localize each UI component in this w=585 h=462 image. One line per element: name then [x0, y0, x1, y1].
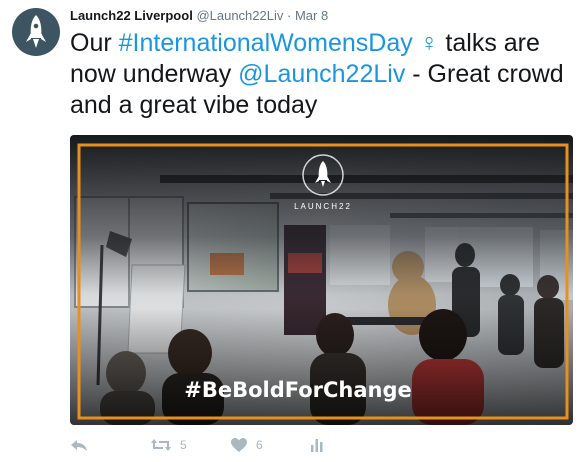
tweet-text-prefix: Our	[70, 29, 119, 57]
heart-icon	[231, 438, 247, 452]
like-count: 6	[256, 438, 263, 452]
retweet-icon	[151, 439, 171, 451]
reply-icon	[71, 440, 87, 451]
author-handle[interactable]: @Launch22Liv	[196, 8, 283, 23]
retweet-count: 5	[180, 438, 187, 452]
overlay-hashtag: #BeBoldForChange	[184, 378, 412, 402]
analytics-icon	[311, 439, 323, 452]
tweet-photo[interactable]: LAUNCH22 #BeBoldForChange	[70, 135, 573, 425]
header-separator: ·	[287, 8, 292, 23]
rocket-logo-icon	[26, 15, 46, 48]
author-name[interactable]: Launch22 Liverpool	[70, 8, 193, 23]
avatar[interactable]	[12, 8, 60, 56]
event-photo: LAUNCH22 #BeBoldForChange	[70, 135, 573, 425]
hashtag-link[interactable]: #InternationalWomensDay	[119, 29, 413, 57]
venus-emoji: ♀	[419, 29, 439, 57]
reply-button[interactable]	[70, 432, 88, 458]
retweet-button[interactable]: 5	[150, 432, 187, 458]
like-button[interactable]: 6	[230, 432, 263, 458]
analytics-button[interactable]	[310, 432, 324, 458]
tweet-date[interactable]: Mar 8	[295, 8, 328, 23]
tweet-text: Our #InternationalWomensDay ♀ talks are …	[70, 28, 575, 121]
logo-text: LAUNCH22	[294, 202, 352, 211]
mention-link[interactable]: @Launch22Liv	[238, 60, 405, 88]
tweet-actions: 5 6	[70, 432, 470, 458]
tweet-header: Launch22 Liverpool @Launch22Liv · Mar 8	[70, 7, 328, 25]
